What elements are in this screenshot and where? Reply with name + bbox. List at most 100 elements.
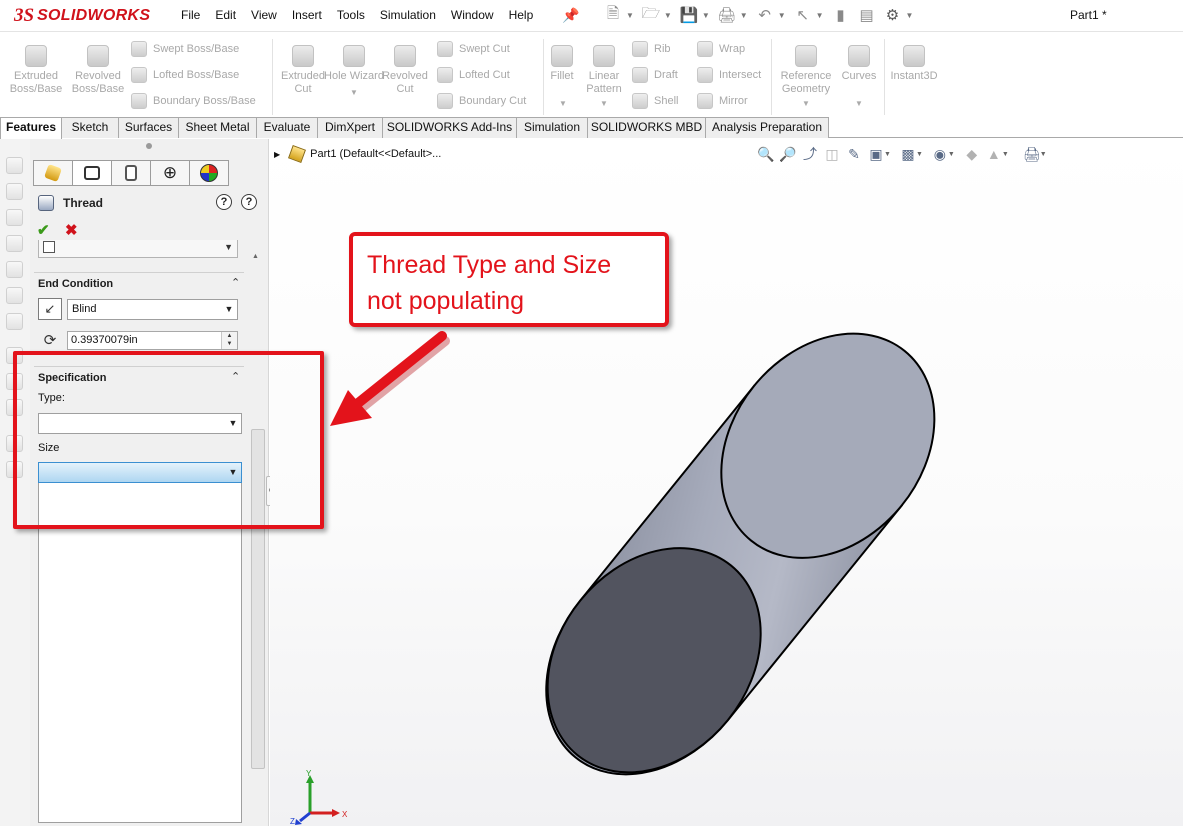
extruded-boss-button[interactable]: Extruded Boss/Base bbox=[5, 45, 67, 96]
chevron-up-icon[interactable]: ⌃ bbox=[231, 276, 240, 289]
rebuild-icon[interactable]: ▮ bbox=[828, 4, 854, 26]
select-pointer-icon[interactable]: ↖ bbox=[790, 4, 816, 26]
chevron-down-icon[interactable]: ▼ bbox=[855, 99, 863, 108]
feature-icon[interactable] bbox=[6, 235, 23, 252]
chevron-down-icon[interactable]: ▼ bbox=[559, 99, 567, 108]
save-icon[interactable]: 💾 bbox=[676, 4, 702, 26]
end-condition-value: Blind bbox=[72, 303, 97, 315]
tab-solidworks-mbd[interactable]: SOLIDWORKS MBD bbox=[587, 117, 706, 138]
swept-boss-label: Swept Boss/Base bbox=[153, 43, 240, 55]
configurationmanager-tab[interactable] bbox=[111, 160, 151, 186]
pin-icon[interactable]: 📌 bbox=[562, 7, 579, 24]
lofted-cut-button[interactable]: Lofted Cut bbox=[437, 65, 510, 85]
lofted-boss-button[interactable]: Lofted Boss/Base bbox=[131, 65, 239, 85]
mirror-button[interactable]: Mirror bbox=[697, 91, 748, 111]
menu-window[interactable]: Window bbox=[451, 8, 494, 22]
revolved-boss-label: Revolved Boss/Base bbox=[71, 70, 125, 95]
menu-view[interactable]: View bbox=[251, 8, 277, 22]
revolved-boss-button[interactable]: Revolved Boss/Base bbox=[67, 45, 129, 96]
swept-boss-button[interactable]: Swept Boss/Base bbox=[131, 39, 239, 59]
reference-geometry-button[interactable]: Reference Geometry bbox=[776, 45, 836, 96]
end-condition-select[interactable]: Blind ▼ bbox=[67, 299, 238, 320]
boundary-boss-button[interactable]: Boundary Boss/Base bbox=[131, 91, 256, 111]
feature-icon[interactable] bbox=[6, 157, 23, 174]
tab-surfaces[interactable]: Surfaces bbox=[118, 117, 179, 138]
boundary-cut-button[interactable]: Boundary Cut bbox=[437, 91, 526, 111]
panel-grip-icon[interactable] bbox=[146, 143, 152, 149]
linear-pattern-button[interactable]: Linear Pattern bbox=[578, 45, 630, 96]
reverse-direction-icon[interactable]: ↙ bbox=[38, 298, 62, 320]
displaymanager-tab[interactable] bbox=[189, 160, 229, 186]
tab-solidworks-add-ins[interactable]: SOLIDWORKS Add-Ins bbox=[382, 117, 517, 138]
tab-sheet-metal[interactable]: Sheet Metal bbox=[178, 117, 257, 138]
configuration-icon bbox=[125, 165, 137, 181]
tab-simulation[interactable]: Simulation bbox=[516, 117, 588, 138]
featuremanager-tab[interactable] bbox=[33, 160, 73, 186]
chevron-down-icon[interactable]: ▼ bbox=[802, 99, 810, 108]
chevron-down-icon[interactable]: ▼ bbox=[221, 300, 237, 319]
feature-icon[interactable] bbox=[6, 209, 23, 226]
menu-insert[interactable]: Insert bbox=[292, 8, 322, 22]
lofted-cut-label: Lofted Cut bbox=[459, 69, 510, 81]
end-condition-heading[interactable]: End Condition bbox=[38, 278, 113, 290]
spinner-arrows-icon[interactable]: ▲ ▼ bbox=[221, 332, 237, 349]
depth-input[interactable]: 0.39370079in ▲ ▼ bbox=[67, 331, 238, 350]
gear-icon[interactable]: ⚙ bbox=[880, 4, 906, 26]
open-folder-icon[interactable]: 🗁 bbox=[638, 4, 664, 26]
solidworks-logo[interactable]: 3S SOLIDWORKS bbox=[14, 2, 154, 30]
chevron-down-icon[interactable]: ▼ bbox=[664, 11, 672, 20]
draft-icon bbox=[632, 67, 648, 83]
feature-icon[interactable] bbox=[6, 313, 23, 330]
menu-bar: File Edit View Insert Tools Simulation W… bbox=[181, 8, 548, 22]
chevron-down-icon[interactable]: ▼ bbox=[600, 99, 608, 108]
propertymanager-tab[interactable] bbox=[72, 160, 112, 186]
wrap-label: Wrap bbox=[719, 43, 746, 55]
clipped-selection-box[interactable]: ▼ bbox=[38, 240, 238, 258]
undo-icon[interactable]: ↶ bbox=[752, 4, 778, 26]
chevron-down-icon[interactable]: ▼ bbox=[778, 11, 786, 20]
whats-wrong-help-icon[interactable]: ? bbox=[216, 194, 232, 210]
file-properties-icon[interactable]: ▤ bbox=[854, 4, 880, 26]
ds-logo-mark: 3S bbox=[14, 5, 35, 26]
instant3d-button[interactable]: Instant3D bbox=[884, 45, 944, 83]
wrap-button[interactable]: Wrap bbox=[697, 39, 745, 59]
tab-sketch[interactable]: Sketch bbox=[61, 117, 119, 138]
menu-help[interactable]: Help bbox=[509, 8, 534, 22]
ok-checkmark-icon[interactable]: ✔ bbox=[37, 221, 50, 239]
tab-features[interactable]: Features bbox=[0, 117, 62, 139]
chevron-down-icon[interactable]: ▼ bbox=[740, 11, 748, 20]
revolved-cut-button[interactable]: Revolved Cut bbox=[374, 45, 436, 96]
tab-analysis-preparation[interactable]: Analysis Preparation bbox=[705, 117, 829, 138]
feature-icon[interactable] bbox=[6, 183, 23, 200]
tab-evaluate[interactable]: Evaluate bbox=[256, 117, 318, 138]
feature-icon[interactable] bbox=[6, 261, 23, 278]
scroll-up-arrow-icon[interactable]: ▲ bbox=[252, 253, 259, 260]
draft-button[interactable]: Draft bbox=[632, 65, 678, 85]
menu-file[interactable]: File bbox=[181, 8, 200, 22]
chevron-down-icon[interactable]: ▼ bbox=[906, 11, 914, 20]
feature-icon[interactable] bbox=[6, 287, 23, 304]
help-icon[interactable]: ? bbox=[241, 194, 257, 210]
menu-simulation[interactable]: Simulation bbox=[380, 8, 436, 22]
curves-button[interactable]: Curves bbox=[834, 45, 884, 83]
print-icon[interactable]: 🖨 bbox=[714, 4, 740, 26]
intersect-button[interactable]: Intersect bbox=[697, 65, 761, 85]
chevron-down-icon[interactable]: ▼ bbox=[626, 11, 634, 20]
chevron-down-icon[interactable]: ▼ bbox=[816, 11, 824, 20]
cancel-x-icon[interactable]: ✖ bbox=[65, 221, 78, 239]
chevron-down-icon[interactable]: ▼ bbox=[224, 242, 233, 252]
dimxpertmanager-tab[interactable]: ⊕ bbox=[150, 160, 190, 186]
section-divider bbox=[34, 272, 244, 273]
panel-scrollbar[interactable]: ▲ bbox=[251, 251, 265, 821]
feature-tree-icon bbox=[44, 164, 62, 182]
lofted-boss-icon bbox=[131, 67, 147, 83]
new-document-icon[interactable]: 🗎 bbox=[600, 4, 626, 26]
tab-dimxpert[interactable]: DimXpert bbox=[317, 117, 383, 138]
chevron-down-icon[interactable]: ▼ bbox=[702, 11, 710, 20]
thread-size-dropdown-list[interactable] bbox=[38, 483, 242, 823]
menu-tools[interactable]: Tools bbox=[337, 8, 365, 22]
rib-button[interactable]: Rib bbox=[632, 39, 671, 59]
shell-button[interactable]: Shell bbox=[632, 91, 678, 111]
menu-edit[interactable]: Edit bbox=[215, 8, 236, 22]
swept-cut-button[interactable]: Swept Cut bbox=[437, 39, 510, 59]
